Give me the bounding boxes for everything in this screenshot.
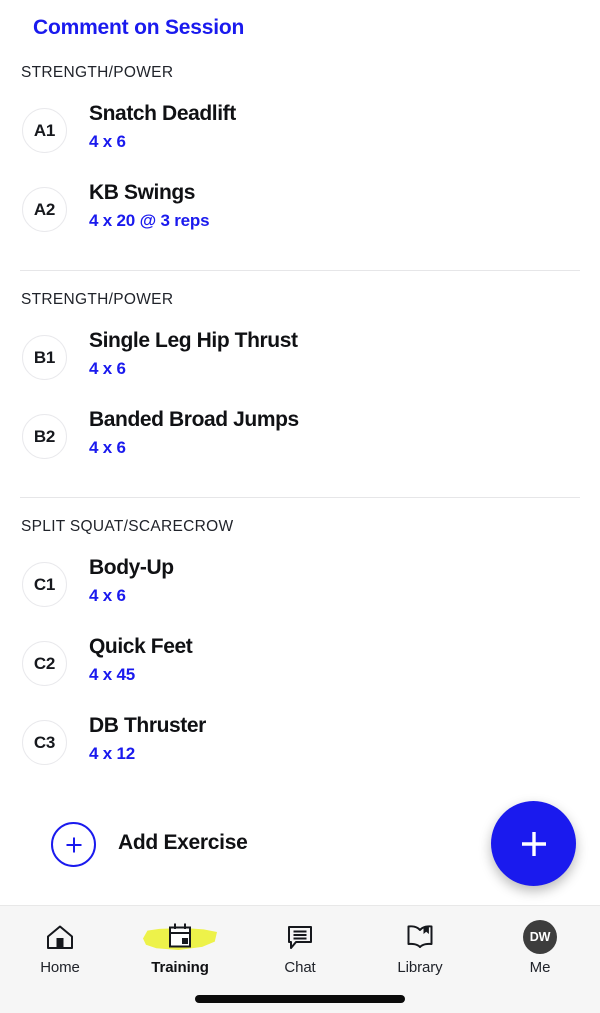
section-divider bbox=[20, 497, 580, 498]
nav-item-home[interactable]: Home bbox=[0, 906, 120, 984]
nav-label-home: Home bbox=[40, 959, 80, 976]
exercise-scheme: 4 x 20 @ 3 reps bbox=[89, 211, 210, 230]
exercise-badge: B2 bbox=[22, 414, 67, 459]
nav-item-training[interactable]: Training bbox=[120, 906, 240, 984]
session-content: Comment on Session STRENGTH/POWER A1 Sna… bbox=[0, 0, 600, 905]
exercise-row[interactable]: B2 Banded Broad Jumps 4 x 6 bbox=[0, 406, 600, 468]
section-title: STRENGTH/POWER bbox=[21, 64, 174, 81]
exercise-row[interactable]: B1 Single Leg Hip Thrust 4 x 6 bbox=[0, 327, 600, 389]
exercise-badge: C1 bbox=[22, 562, 67, 607]
add-exercise-button[interactable]: Add Exercise bbox=[0, 818, 420, 872]
exercise-name: DB Thruster bbox=[89, 714, 206, 737]
plus-circle-icon bbox=[51, 822, 96, 867]
chat-bubble-icon bbox=[276, 920, 324, 954]
exercise-scheme: 4 x 6 bbox=[89, 359, 126, 378]
plus-icon bbox=[517, 827, 551, 861]
exercise-badge: A2 bbox=[22, 187, 67, 232]
nav-label-chat: Chat bbox=[284, 959, 316, 976]
exercise-row[interactable]: C3 DB Thruster 4 x 12 bbox=[0, 712, 600, 774]
exercise-row[interactable]: A1 Snatch Deadlift 4 x 6 bbox=[0, 100, 600, 162]
exercise-badge: B1 bbox=[22, 335, 67, 380]
comment-on-session-link[interactable]: Comment on Session bbox=[33, 16, 244, 40]
bottom-nav-items: Home Training Chat Library DW Me bbox=[0, 906, 600, 984]
add-exercise-label: Add Exercise bbox=[118, 831, 248, 854]
nav-item-me[interactable]: DW Me bbox=[480, 906, 600, 984]
exercise-name: Banded Broad Jumps bbox=[89, 408, 299, 431]
home-indicator[interactable] bbox=[195, 995, 405, 1003]
exercise-scheme: 4 x 6 bbox=[89, 132, 126, 151]
avatar-icon: DW bbox=[516, 920, 564, 954]
exercise-scheme: 4 x 6 bbox=[89, 438, 126, 457]
exercise-row[interactable]: C1 Body-Up 4 x 6 bbox=[0, 554, 600, 616]
exercise-name: Single Leg Hip Thrust bbox=[89, 329, 298, 352]
exercise-name: Body-Up bbox=[89, 556, 174, 579]
exercise-scheme: 4 x 45 bbox=[89, 665, 136, 684]
section-divider bbox=[20, 270, 580, 271]
exercise-badge: C2 bbox=[22, 641, 67, 686]
nav-label-training: Training bbox=[151, 959, 209, 976]
exercise-row[interactable]: A2 KB Swings 4 x 20 @ 3 reps bbox=[0, 179, 600, 241]
section-title: STRENGTH/POWER bbox=[21, 291, 174, 308]
section-title: SPLIT SQUAT/SCARECROW bbox=[21, 518, 234, 535]
nav-item-chat[interactable]: Chat bbox=[240, 906, 360, 984]
exercise-name: KB Swings bbox=[89, 181, 196, 204]
app-screen: Comment on Session STRENGTH/POWER A1 Sna… bbox=[0, 0, 600, 1013]
exercise-badge: C3 bbox=[22, 720, 67, 765]
exercise-scheme: 4 x 6 bbox=[89, 586, 126, 605]
home-icon bbox=[36, 920, 84, 954]
book-icon bbox=[396, 920, 444, 954]
nav-item-library[interactable]: Library bbox=[360, 906, 480, 984]
exercise-scheme: 4 x 12 bbox=[89, 744, 136, 763]
nav-label-me: Me bbox=[529, 959, 551, 976]
avatar-initials: DW bbox=[523, 920, 557, 954]
exercise-badge: A1 bbox=[22, 108, 67, 153]
bottom-navigation-bar: Home Training Chat Library DW Me bbox=[0, 905, 600, 1013]
exercise-name: Snatch Deadlift bbox=[89, 102, 236, 125]
exercise-row[interactable]: C2 Quick Feet 4 x 45 bbox=[0, 633, 600, 695]
nav-label-library: Library bbox=[397, 959, 443, 976]
exercise-name: Quick Feet bbox=[89, 635, 193, 658]
add-fab-button[interactable] bbox=[491, 801, 576, 886]
calendar-icon bbox=[143, 920, 217, 954]
